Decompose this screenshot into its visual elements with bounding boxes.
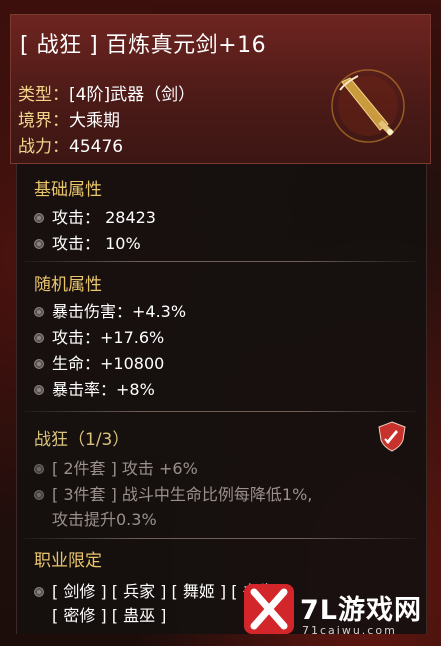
sword-icon [331, 69, 405, 143]
item-realm-value: 大乘期 [69, 111, 120, 131]
tooltip-frame: [ 战狂 ] 百炼真元剑+16 类型：[4阶]武器（剑） 境界：大乘期 战力：4… [0, 0, 441, 646]
item-type-label: 类型： [18, 85, 69, 105]
base-attr-line: 攻击： 10% [34, 230, 141, 254]
random-attr-line: 暴击伤害：+4.3% [34, 298, 186, 322]
divider [24, 538, 417, 539]
item-realm-label: 境界： [18, 111, 69, 131]
bullet-icon [34, 384, 44, 395]
item-power-row: 战力：45476 [18, 132, 123, 157]
divider [24, 411, 417, 412]
random-attr-line: 生命：+10800 [34, 350, 164, 374]
bullet-icon [34, 238, 44, 249]
class-limit-title: 职业限定 [34, 551, 102, 571]
base-attr-line: 攻击： 28423 [34, 204, 156, 228]
item-power-label: 战力： [18, 137, 69, 157]
random-attrs-title: 随机属性 [34, 275, 102, 295]
bullet-icon [34, 358, 44, 369]
watermark-brand: 7L游戏网 [300, 595, 422, 626]
item-type-row: 类型：[4阶]武器（剑） [18, 80, 195, 105]
bullet-icon [34, 586, 44, 597]
set-bonus-line: [ 2件套 ] 攻击 +6% [34, 455, 198, 479]
item-realm-row: 境界：大乘期 [18, 106, 120, 131]
random-attr-line: 攻击：+17.6% [34, 324, 164, 348]
bullet-icon [34, 332, 44, 343]
bullet-icon [34, 463, 44, 474]
item-type-value: [4阶]武器（剑） [69, 85, 196, 105]
set-bonus-line-continued: 攻击提升0.3% [52, 510, 157, 529]
bullet-icon [34, 212, 44, 223]
item-power-value: 45476 [69, 137, 124, 157]
bullet-icon [34, 306, 44, 317]
bullet-icon [34, 489, 44, 500]
random-attr-line: 暴击率：+8% [34, 376, 155, 400]
watermark-url: 71caiwu.com [302, 624, 397, 637]
shield-sword-icon [378, 421, 406, 452]
base-attrs-title: 基础属性 [34, 180, 102, 200]
set-bonus-line: [ 3件套 ] 战斗中生命比例每降低1%, [34, 481, 312, 505]
class-limit-row: [ 密修 ] [ 蛊巫 ] [52, 606, 167, 625]
item-title: [ 战狂 ] 百炼真元剑+16 [20, 33, 267, 58]
divider [24, 261, 417, 262]
set-bonus-title: 战狂（1/3） [34, 430, 130, 450]
